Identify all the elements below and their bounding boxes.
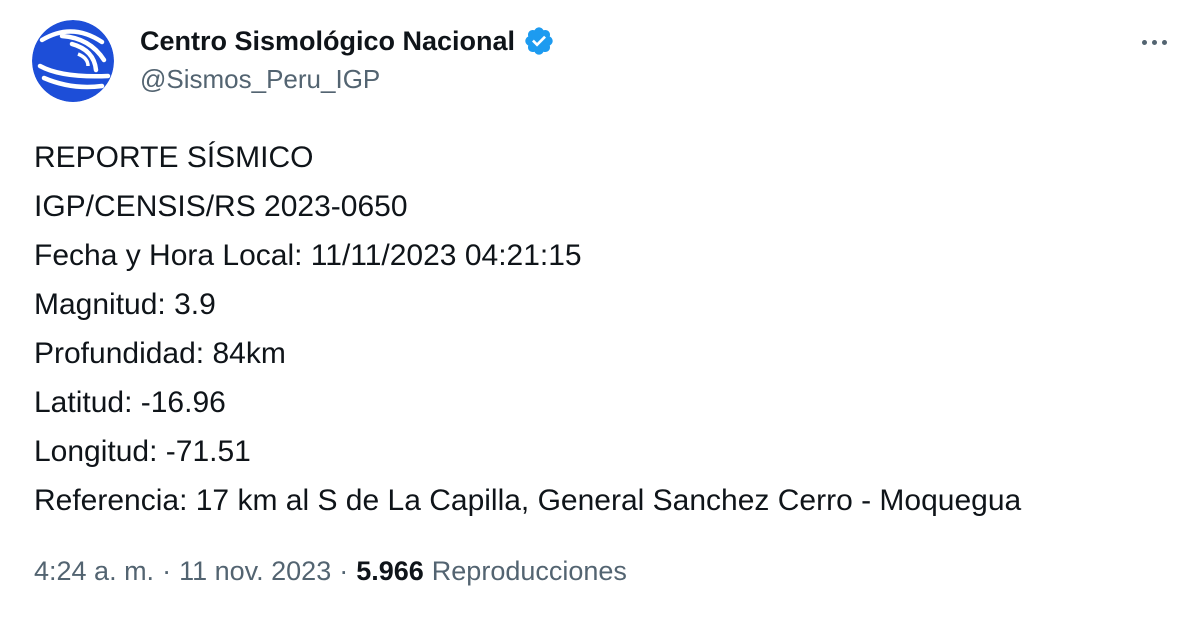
report-reference: Referencia: 17 km al S de La Capilla, Ge… <box>34 484 1022 517</box>
more-horizontal-icon <box>1161 39 1167 45</box>
meta-separator: · <box>162 556 172 586</box>
more-horizontal-icon <box>1141 39 1147 45</box>
report-datetime: Fecha y Hora Local: 11/11/2023 04:21:15 <box>34 239 582 272</box>
views-count: 5.966 <box>356 556 424 586</box>
tweet-time[interactable]: 4:24 a. m. <box>34 556 154 587</box>
tweet-date[interactable]: 11 nov. 2023 <box>179 556 331 587</box>
more-options-button[interactable] <box>1130 28 1178 56</box>
meta-separator: · <box>339 556 349 586</box>
tweet-text: REPORTE SÍSMICO IGP/CENSIS/RS 2023-0650 … <box>34 133 1184 525</box>
avatar[interactable] <box>32 20 114 102</box>
author-handle[interactable]: @Sismos_Peru_IGP <box>140 64 555 95</box>
views-label: Reproducciones <box>431 556 627 586</box>
tweet-card: Centro Sismológico Nacional @Sismos_Peru… <box>0 0 1200 623</box>
more-horizontal-icon <box>1151 39 1157 45</box>
verified-badge-icon[interactable] <box>523 25 555 57</box>
report-depth: Profundidad: 84km <box>34 337 286 370</box>
tweet-meta: 4:24 a. m. · 11 nov. 2023 · 5.966 Reprod… <box>34 556 627 587</box>
report-title: REPORTE SÍSMICO <box>34 141 314 174</box>
author-display-name[interactable]: Centro Sismológico Nacional <box>140 26 515 57</box>
display-name-row: Centro Sismológico Nacional <box>140 24 555 58</box>
report-latitude: Latitud: -16.96 <box>34 386 226 419</box>
report-id: IGP/CENSIS/RS 2023-0650 <box>34 190 408 223</box>
author-header: Centro Sismológico Nacional @Sismos_Peru… <box>140 24 555 95</box>
seismology-logo-icon <box>32 20 114 102</box>
report-longitude: Longitud: -71.51 <box>34 435 251 468</box>
report-magnitude: Magnitud: 3.9 <box>34 288 216 321</box>
